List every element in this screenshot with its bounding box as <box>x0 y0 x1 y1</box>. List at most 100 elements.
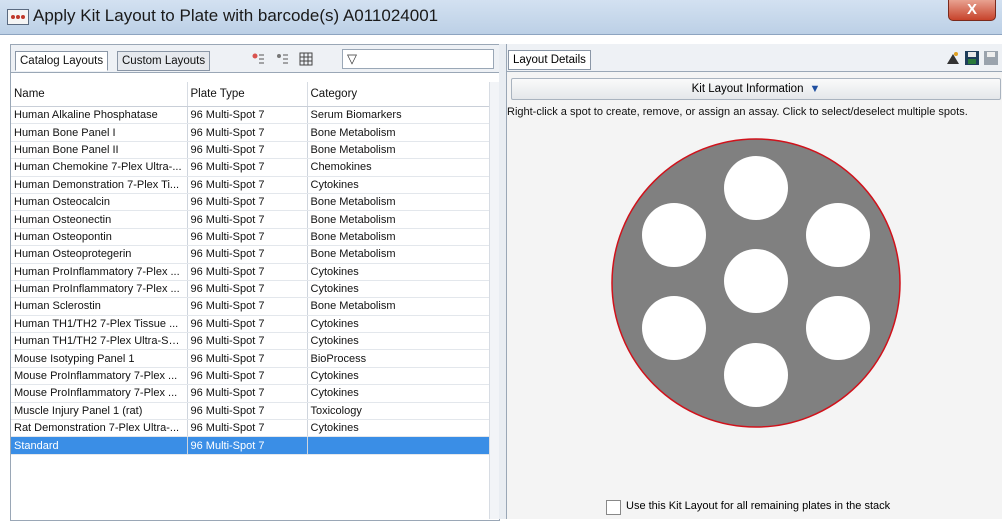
cell-name: Human Alkaline Phosphatase <box>11 106 188 125</box>
cell-plate-type: 96 Multi-Spot 7 <box>187 367 308 386</box>
table-row[interactable]: Human ProInflammatory 7-Plex ... 96 Multi… <box>11 280 490 299</box>
kit-layout-info-toggle[interactable]: Kit Layout Information ▼ <box>511 78 1001 100</box>
title-bar: Apply Kit Layout to Plate with barcode(s… <box>0 0 1002 35</box>
column-header-category[interactable]: Category <box>307 82 490 107</box>
spot-7[interactable] <box>724 343 788 407</box>
close-button[interactable]: X <box>948 0 996 21</box>
cell-name: Human ProInflammatory 7-Plex ... <box>11 280 188 299</box>
use-for-all-plates-checkbox[interactable] <box>606 500 621 515</box>
cell-category: Cytokines <box>307 367 490 386</box>
cell-plate-type: 96 Multi-Spot 7 <box>187 419 308 438</box>
cell-name: Human Sclerostin <box>11 297 188 316</box>
cell-name: Human Bone Panel I <box>11 123 188 142</box>
tab-custom-layouts[interactable]: Custom Layouts <box>117 51 211 71</box>
app-icon <box>7 9 29 25</box>
cell-category: Cytokines <box>307 176 490 194</box>
cell-plate-type: 96 Multi-Spot 7 <box>187 436 308 455</box>
cell-category: Bone Metabolism <box>307 193 490 212</box>
cell-category: Bone Metabolism <box>307 141 490 160</box>
cell-name: Human TH1/TH2 7-Plex Ultra-Se... <box>11 332 188 351</box>
table-row[interactable]: Human TH1/TH2 7-Plex Ultra-Se... 96 Multi… <box>11 332 490 351</box>
details-toolbar: Layout Details <box>507 44 1002 72</box>
table-row[interactable]: Human Sclerostin 96 Multi-Spot 7 Bone Meta… <box>11 297 490 316</box>
tab-catalog-layouts[interactable]: Catalog Layouts <box>15 51 109 71</box>
cell-name: Rat Demonstration 7-Plex Ultra-... <box>11 419 188 438</box>
cell-plate-type: 96 Multi-Spot 7 <box>187 193 308 212</box>
spot-6[interactable] <box>806 296 870 360</box>
filter-input[interactable]: ▽ <box>342 49 494 69</box>
cell-plate-type: 96 Multi-Spot 7 <box>187 123 308 142</box>
cell-plate-type: 96 Multi-Spot 7 <box>187 158 308 177</box>
cell-name: Mouse ProInflammatory 7-Plex ... <box>11 384 188 403</box>
table-row[interactable]: Human Osteopontin 96 Multi-Spot 7 Bone Met… <box>11 228 490 247</box>
table-row[interactable]: Human ProInflammatory 7-Plex ... 96 Multi… <box>11 263 490 281</box>
table-row[interactable]: Mouse ProInflammatory 7-Plex ... 96 Multi… <box>11 384 490 403</box>
save-icon[interactable] <box>964 50 980 66</box>
table-row[interactable]: Human Osteonectin 96 Multi-Spot 7 Bone Met… <box>11 210 490 229</box>
cell-category: Chemokines <box>307 158 490 177</box>
cell-name: Human Demonstration 7-Plex Ti... <box>11 176 188 194</box>
cell-category: Cytokines <box>307 384 490 403</box>
cell-category: BioProcess <box>307 349 490 368</box>
clear-spots-icon[interactable] <box>945 50 961 66</box>
cell-plate-type: 96 Multi-Spot 7 <box>187 297 308 316</box>
table-row[interactable]: Human Chemokine 7-Plex Ultra-... 96 Multi… <box>11 158 490 177</box>
cell-plate-type: 96 Multi-Spot 7 <box>187 141 308 160</box>
cell-plate-type: 96 Multi-Spot 7 <box>187 402 308 421</box>
cell-name: Human Bone Panel II <box>11 141 188 160</box>
instructions-text: Right-click a spot to create, remove, or… <box>507 106 968 118</box>
cell-plate-type: 96 Multi-Spot 7 <box>187 263 308 281</box>
spot-3[interactable] <box>806 203 870 267</box>
cell-plate-type: 96 Multi-Spot 7 <box>187 176 308 194</box>
table-row[interactable]: Mouse Isotyping Panel 1 96 Multi-Spot 7 Bi… <box>11 349 490 368</box>
table-row[interactable]: Mouse ProInflammatory 7-Plex ... 96 Multi… <box>11 367 490 386</box>
save-as-icon[interactable] <box>983 50 999 66</box>
table-row[interactable]: Human Alkaline Phosphatase 96 Multi-Spot … <box>11 106 490 125</box>
cell-category: Bone Metabolism <box>307 123 490 142</box>
add-layout-icon[interactable] <box>251 52 265 66</box>
cell-plate-type: 96 Multi-Spot 7 <box>187 228 308 247</box>
spot-1[interactable] <box>724 156 788 220</box>
table-scrollbar[interactable] <box>489 82 499 519</box>
tab-layout-details[interactable]: Layout Details <box>508 50 591 70</box>
cell-name: Human ProInflammatory 7-Plex ... <box>11 263 188 281</box>
catalog-toolbar: Catalog Layouts Custom Layouts ▽ <box>11 45 499 73</box>
kit-layout-info-label: Kit Layout Information <box>691 83 804 95</box>
cell-plate-type: 96 Multi-Spot 7 <box>187 315 308 334</box>
layout-details-panel: Layout Details Kit Layout Information ▼ R… <box>506 44 1002 519</box>
cell-plate-type: 96 Multi-Spot 7 <box>187 349 308 368</box>
cell-category: Cytokines <box>307 263 490 281</box>
cell-name: Mouse Isotyping Panel 1 <box>11 349 188 368</box>
cell-category: Cytokines <box>307 332 490 351</box>
split-divider[interactable] <box>499 44 506 519</box>
use-for-all-plates-label: Use this Kit Layout for all remaining pl… <box>626 500 891 512</box>
cell-category: Cytokines <box>307 419 490 438</box>
column-header-name[interactable]: Name <box>11 82 188 107</box>
table-row[interactable]: Muscle Injury Panel 1 (rat) 96 Multi-Spot… <box>11 402 490 421</box>
table-row[interactable]: Human Bone Panel II 96 Multi-Spot 7 Bone M… <box>11 141 490 160</box>
grid-view-icon[interactable] <box>299 52 313 66</box>
cell-name: Mouse ProInflammatory 7-Plex ... <box>11 367 188 386</box>
edit-layout-icon[interactable] <box>275 52 289 66</box>
cell-name: Human Chemokine 7-Plex Ultra-... <box>11 158 188 177</box>
table-row[interactable]: Human Osteocalcin 96 Multi-Spot 7 Bone Met… <box>11 193 490 212</box>
spot-5[interactable] <box>642 296 706 360</box>
table-header: Name Plate Type Category <box>11 82 490 107</box>
table-row[interactable]: Human Bone Panel I 96 Multi-Spot 7 Bone Me… <box>11 123 490 142</box>
triangle-down-icon: ▼ <box>809 83 821 95</box>
cell-plate-type: 96 Multi-Spot 7 <box>187 332 308 351</box>
table-row[interactable]: Human Demonstration 7-Plex Ti... 96 Multi… <box>11 176 490 194</box>
cell-plate-type: 96 Multi-Spot 7 <box>187 210 308 229</box>
cell-category: Toxicology <box>307 402 490 421</box>
column-header-plate-type[interactable]: Plate Type <box>187 82 308 107</box>
table-row[interactable]: Standard 96 Multi-Spot 7 <box>11 436 490 455</box>
spot-2[interactable] <box>642 203 706 267</box>
cell-category: Serum Biomarkers <box>307 106 490 125</box>
cell-name: Human Osteocalcin <box>11 193 188 212</box>
spot-4[interactable] <box>724 249 788 313</box>
cell-category: Bone Metabolism <box>307 245 490 264</box>
cell-name: Human TH1/TH2 7-Plex Tissue ... <box>11 315 188 334</box>
table-row[interactable]: Human Osteoprotegerin 96 Multi-Spot 7 Bone… <box>11 245 490 264</box>
table-row[interactable]: Rat Demonstration 7-Plex Ultra-... 96 Mul… <box>11 419 490 438</box>
table-row[interactable]: Human TH1/TH2 7-Plex Tissue ... 96 Multi-… <box>11 315 490 334</box>
